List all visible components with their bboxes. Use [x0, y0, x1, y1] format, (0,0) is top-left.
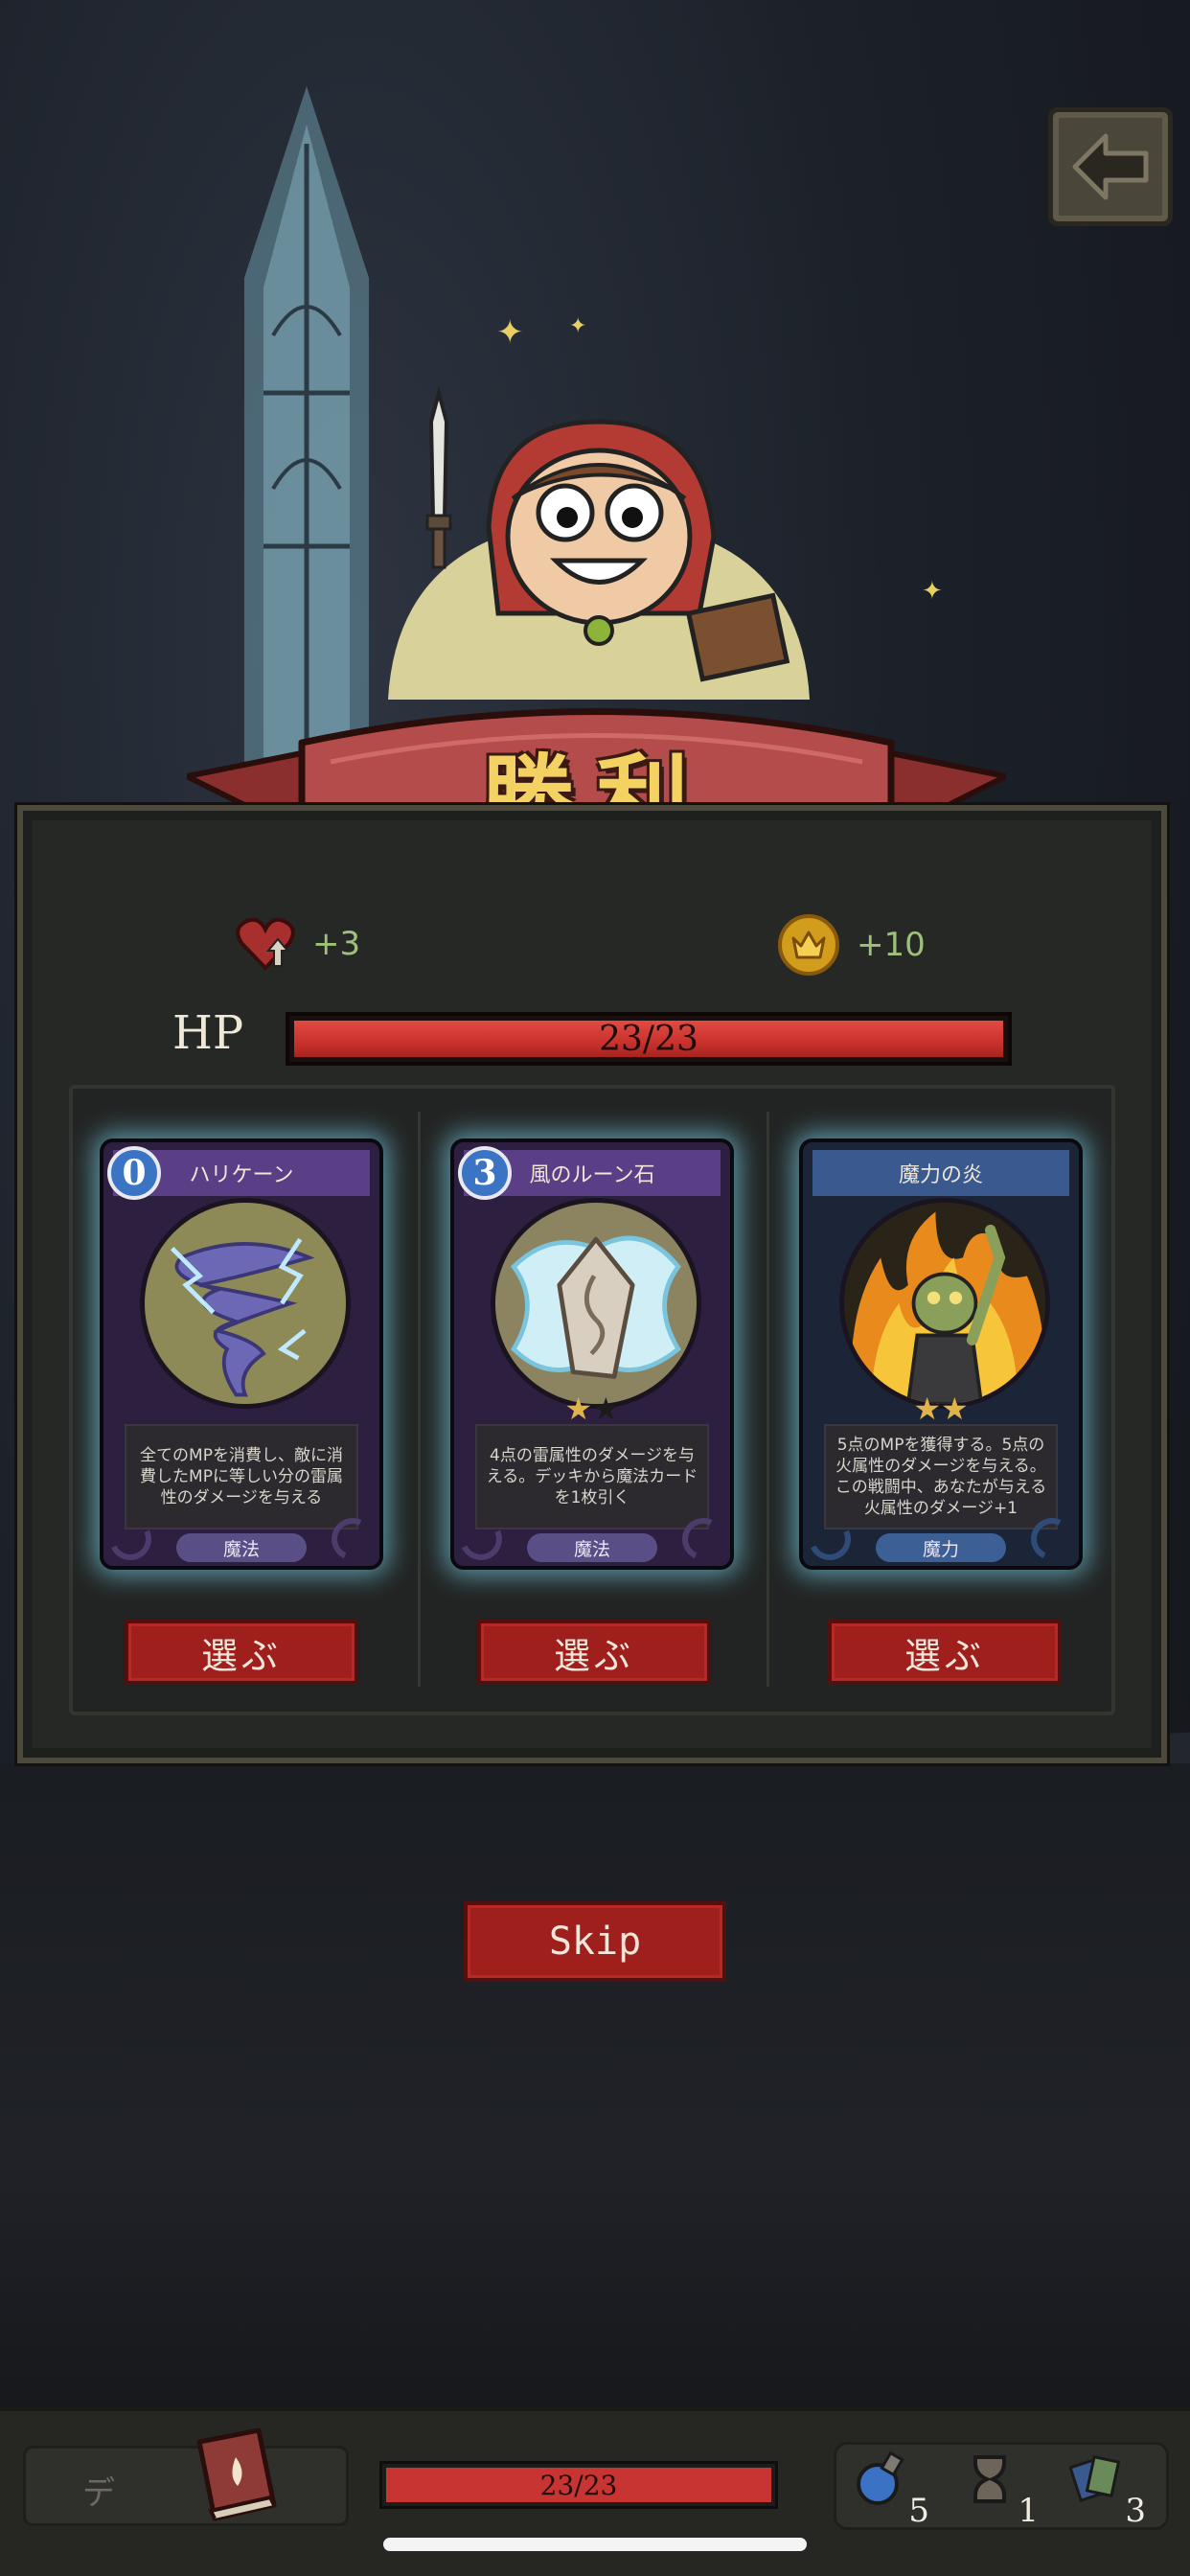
back-arrow-icon	[1072, 133, 1149, 200]
card-type: 魔法	[176, 1533, 307, 1562]
turn-stat[interactable]: 1	[962, 2451, 1039, 2530]
card-description: 全てのMPを消費し、敵に消費したMPに等しい分の雷属性のダメージを与える	[125, 1424, 358, 1530]
card-cost: 0	[107, 1146, 161, 1200]
star-icon: ★	[592, 1391, 620, 1427]
back-button[interactable]	[1048, 107, 1173, 226]
card-name: 魔力の炎	[812, 1150, 1069, 1196]
card-type: 魔力	[876, 1533, 1006, 1562]
card-description: 5点のMPを獲得する。5点の火属性のダメージを与える。この戦闘中、あなたが与える…	[824, 1424, 1058, 1530]
card-hurricane[interactable]: ハリケーン 0 全てのMPを消費し、敵に消費したMPに等しい分の雷属性のダメージ…	[100, 1138, 383, 1570]
spellbook-icon[interactable]	[182, 2423, 287, 2528]
potion-stat[interactable]: 5	[853, 2450, 929, 2530]
card-wind-rune[interactable]: 風のルーン石 3 ★★ 4点の雷属性のダメージを与える。デッキから魔法カードを1…	[450, 1138, 734, 1570]
hero-character	[383, 383, 814, 700]
card-cost: 3	[458, 1146, 512, 1200]
card-divider	[767, 1112, 769, 1687]
hp-value: 23/23	[599, 1019, 698, 1059]
hp-label: HP	[172, 1006, 244, 1060]
select-card-2-button[interactable]: 選ぶ	[477, 1620, 711, 1685]
gold-reward: +10	[778, 914, 926, 976]
card-stack-icon	[1068, 2454, 1121, 2503]
star-icon: ★	[941, 1391, 969, 1427]
floor-area	[0, 1763, 1190, 2415]
max-hp-reward-value: +3	[312, 925, 361, 963]
card-divider	[418, 1112, 421, 1687]
star-icon: ★	[564, 1391, 592, 1427]
turn-count: 1	[1018, 2492, 1039, 2530]
heart-upgrade-icon	[236, 917, 295, 971]
cards-stat[interactable]: 3	[1068, 2451, 1146, 2530]
max-hp-reward: +3	[236, 916, 360, 972]
card-type: 魔法	[527, 1533, 657, 1562]
rune-stone-icon	[491, 1198, 701, 1409]
skip-button[interactable]: Skip	[464, 1901, 726, 1982]
card-magic-flame[interactable]: 魔力の炎 ★★ 5点のMPを獲得する。5点の火属性のダメージを与える。この戦闘中…	[799, 1138, 1083, 1570]
fire-zombie-icon	[839, 1198, 1050, 1409]
select-card-1-button[interactable]: 選ぶ	[125, 1620, 358, 1685]
card-rarity-stars: ★★	[454, 1393, 730, 1424]
gold-coin-icon	[778, 914, 839, 976]
deck-label: デ	[82, 2474, 115, 2513]
star-icon: ★	[913, 1391, 941, 1427]
home-indicator[interactable]	[383, 2538, 807, 2551]
potion-icon	[857, 2450, 904, 2505]
select-card-3-button[interactable]: 選ぶ	[828, 1620, 1062, 1685]
mini-hp-value: 23/23	[539, 2469, 618, 2501]
sparkle-icon: ✦	[569, 314, 587, 338]
hourglass-icon	[973, 2455, 1006, 2503]
sparkle-icon: ✦	[922, 577, 943, 606]
sparkle-icon: ✦	[496, 313, 524, 352]
card-count: 3	[1125, 2492, 1146, 2530]
potion-count: 5	[908, 2492, 929, 2530]
card-description: 4点の雷属性のダメージを与える。デッキから魔法カードを1枚引く	[475, 1424, 709, 1530]
mini-hp-bar: 23/23	[379, 2461, 778, 2509]
card-rarity-stars: ★★	[803, 1393, 1079, 1424]
gold-reward-value: +10	[857, 926, 926, 964]
hp-bar: 23/23	[286, 1012, 1012, 1066]
tornado-icon	[140, 1198, 351, 1409]
